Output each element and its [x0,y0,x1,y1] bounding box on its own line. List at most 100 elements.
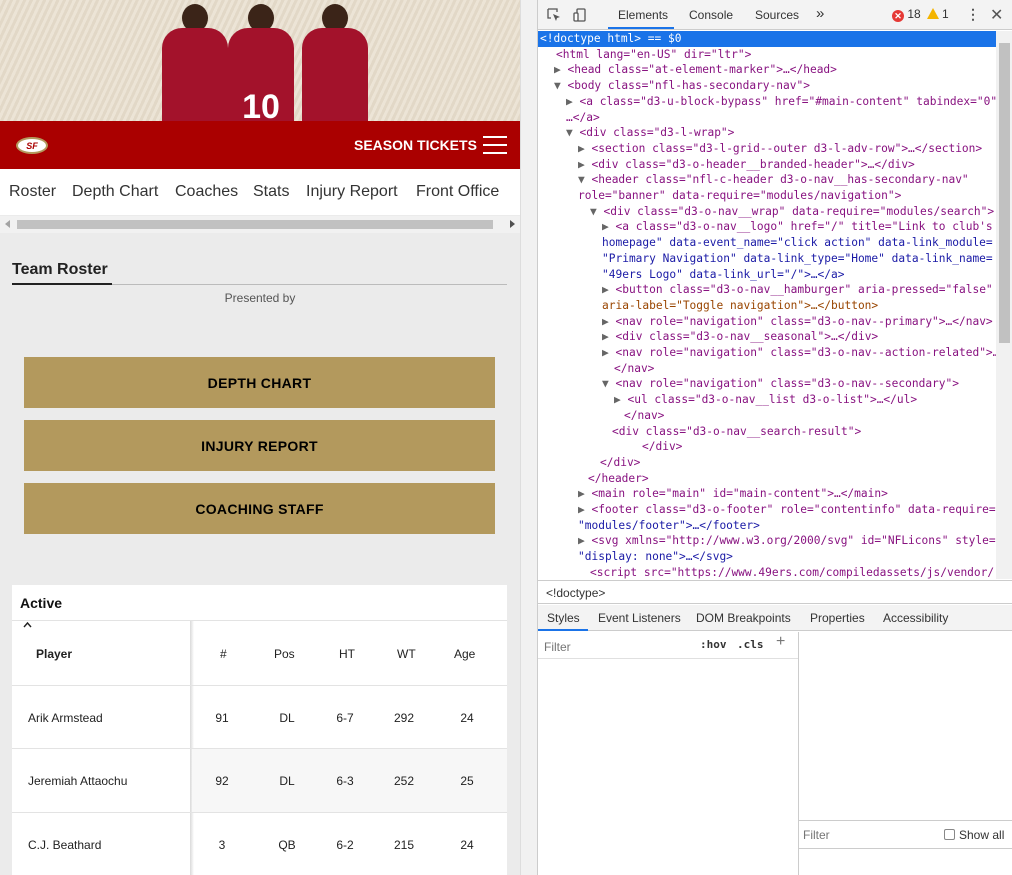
dom-node[interactable]: </div> [538,439,682,455]
dom-tree[interactable]: <!doctype html> == $0 <html lang="en-US"… [538,31,996,579]
tab-styles[interactable]: Styles [547,611,580,625]
kebab-menu-icon[interactable]: ⋮ [966,6,980,23]
tab-accessibility[interactable]: Accessibility [883,611,948,625]
column-header-player[interactable]: Player [36,647,72,661]
dom-node[interactable]: </nav> [538,408,664,424]
expand-triangle-icon[interactable]: ▶ [602,220,615,233]
dom-node[interactable]: <script src="https://www.49ers.com/compi… [538,565,994,579]
subnav-depth-chart[interactable]: Depth Chart [72,183,158,201]
subnav-front-office[interactable]: Front Office [416,183,499,201]
styles-filter-input[interactable] [544,635,689,655]
dom-node[interactable]: ▶ <head class="at-element-marker">…</hea… [538,62,837,78]
expand-triangle-icon[interactable]: ▶ [614,393,627,406]
subnav-scrollbar[interactable] [0,216,520,233]
expand-triangle-icon[interactable]: ▶ [578,534,591,547]
hamburger-icon[interactable] [483,136,507,155]
dom-node[interactable]: ▶ <ul class="d3-o-nav__list d3-o-list">…… [538,392,917,408]
dom-tree-scrollbar[interactable] [996,31,1012,579]
checkbox-icon[interactable] [944,829,955,840]
sort-caret-icon[interactable] [23,621,32,630]
hover-state-toggle[interactable]: :hov [700,638,727,651]
inspect-element-icon[interactable] [546,7,562,23]
dom-node[interactable]: "49ers Logo" data-link_url="/">…</a> [538,267,844,283]
error-warning-counter[interactable]: ✕ 18 1 [892,7,949,22]
tab-sources[interactable]: Sources [755,8,799,22]
dom-node-selected[interactable]: <!doctype html> == $0 [538,31,996,47]
player-name[interactable]: Arik Armstead [28,711,103,725]
dom-node[interactable]: ▶ <button class="d3-o-nav__hamburger" ar… [538,282,993,298]
scrollbar-thumb[interactable] [17,220,493,229]
dom-node[interactable]: ▶ <svg xmlns="http://www.w3.org/2000/svg… [538,533,996,549]
player-name[interactable]: Jeremiah Attaochu [28,774,127,788]
tab-dom-breakpoints[interactable]: DOM Breakpoints [696,611,791,625]
expand-triangle-icon[interactable]: ▶ [578,487,591,500]
collapse-triangle-icon[interactable]: ▼ [578,173,591,186]
collapse-triangle-icon[interactable]: ▼ [566,126,579,139]
dom-node[interactable]: <html lang="en-US" dir="ltr"> [538,47,751,63]
dom-node[interactable]: <div class="d3-o-nav__search-result"> [538,424,861,440]
expand-triangle-icon[interactable]: ▶ [554,63,567,76]
dom-node[interactable]: ▶ <footer class="d3-o-footer" role="cont… [538,502,996,518]
expand-triangle-icon[interactable]: ▶ [602,315,615,328]
dom-node[interactable]: ▶ <div class="d3-o-header__branded-heade… [538,157,915,173]
dom-node[interactable]: ▼ <div class="d3-l-wrap"> [538,125,734,141]
computed-filter-input[interactable] [803,828,923,842]
dom-node[interactable]: ▶ <nav role="navigation" class="d3-o-nav… [538,345,996,361]
injury-report-button[interactable]: INJURY REPORT [24,420,495,471]
expand-triangle-icon[interactable]: ▶ [602,283,615,296]
dom-node[interactable]: ▶ <main role="main" id="main-content">…<… [538,486,888,502]
breadcrumb-item[interactable]: <!doctype> [546,586,605,600]
dom-node[interactable]: ▶ <a class="d3-o-nav__logo" href="/" tit… [538,219,993,235]
dom-node[interactable]: ▶ <nav role="navigation" class="d3-o-nav… [538,314,993,330]
dom-node[interactable]: homepage" data-event_name="click action"… [538,235,993,251]
expand-triangle-icon[interactable]: ▶ [602,330,615,343]
scroll-right-arrow-icon[interactable] [510,220,515,228]
expand-triangle-icon[interactable]: ▶ [566,95,579,108]
49ers-logo[interactable]: SF [16,137,48,154]
depth-chart-button[interactable]: DEPTH CHART [24,357,495,408]
dom-node[interactable]: ▶ <section class="d3-l-grid--outer d3-l-… [538,141,982,157]
collapse-triangle-icon[interactable]: ▼ [554,79,567,92]
class-toggle[interactable]: .cls [737,638,764,651]
subnav-injury-report[interactable]: Injury Report [306,183,398,201]
subnav-roster[interactable]: Roster [9,183,56,201]
dom-node[interactable]: ▶ <div class="d3-o-nav__seasonal">…</div… [538,329,878,345]
dom-node[interactable]: ▼ <div class="d3-o-nav__wrap" data-requi… [538,204,994,220]
tab-console[interactable]: Console [689,8,733,22]
expand-triangle-icon[interactable]: ▶ [578,142,591,155]
dom-node[interactable]: ▼ <nav role="navigation" class="d3-o-nav… [538,376,959,392]
expand-triangle-icon[interactable]: ▶ [602,346,615,359]
dom-node[interactable]: …</a> [538,110,600,126]
dom-node[interactable]: "modules/footer">…</footer> [538,518,760,534]
subnav-coaches[interactable]: Coaches [175,183,238,201]
scrollbar-thumb[interactable] [999,43,1010,343]
collapse-triangle-icon[interactable]: ▼ [590,205,603,218]
season-tickets-link[interactable]: SEASON TICKETS [354,137,477,153]
collapse-triangle-icon[interactable]: ▼ [602,377,615,390]
more-tabs-button[interactable]: » [816,5,824,22]
new-style-rule-icon[interactable]: + [776,633,785,651]
column-header-height[interactable]: HT [339,647,355,661]
dom-node[interactable]: role="banner" data-require="modules/navi… [538,188,901,204]
dom-node[interactable]: ▶ <a class="d3-u-block-bypass" href="#ma… [538,94,996,110]
dom-node[interactable]: </nav> [538,361,654,377]
column-header-number[interactable]: # [220,647,227,661]
page-scrollbar[interactable] [520,0,537,875]
device-toolbar-icon[interactable] [572,7,588,23]
dom-node[interactable]: "Primary Navigation" data-link_type="Hom… [538,251,993,267]
player-name[interactable]: C.J. Beathard [28,838,101,852]
scroll-left-arrow-icon[interactable] [5,220,10,228]
expand-triangle-icon[interactable]: ▶ [578,503,591,516]
tab-properties[interactable]: Properties [810,611,865,625]
close-icon[interactable]: ✕ [990,5,1003,25]
tab-event-listeners[interactable]: Event Listeners [598,611,681,625]
subnav-stats[interactable]: Stats [253,183,289,201]
dom-node[interactable]: "display: none">…</svg> [538,549,733,565]
dom-node[interactable]: </header> [538,471,649,487]
show-all-checkbox[interactable]: Show all [944,828,1004,842]
dom-node[interactable]: ▼ <header class="nfl-c-header d3-o-nav__… [538,172,969,188]
dom-node[interactable]: </div> [538,455,640,471]
dom-node[interactable]: aria-label="Toggle navigation">…</button… [538,298,878,314]
column-header-weight[interactable]: WT [397,647,416,661]
expand-triangle-icon[interactable]: ▶ [578,158,591,171]
